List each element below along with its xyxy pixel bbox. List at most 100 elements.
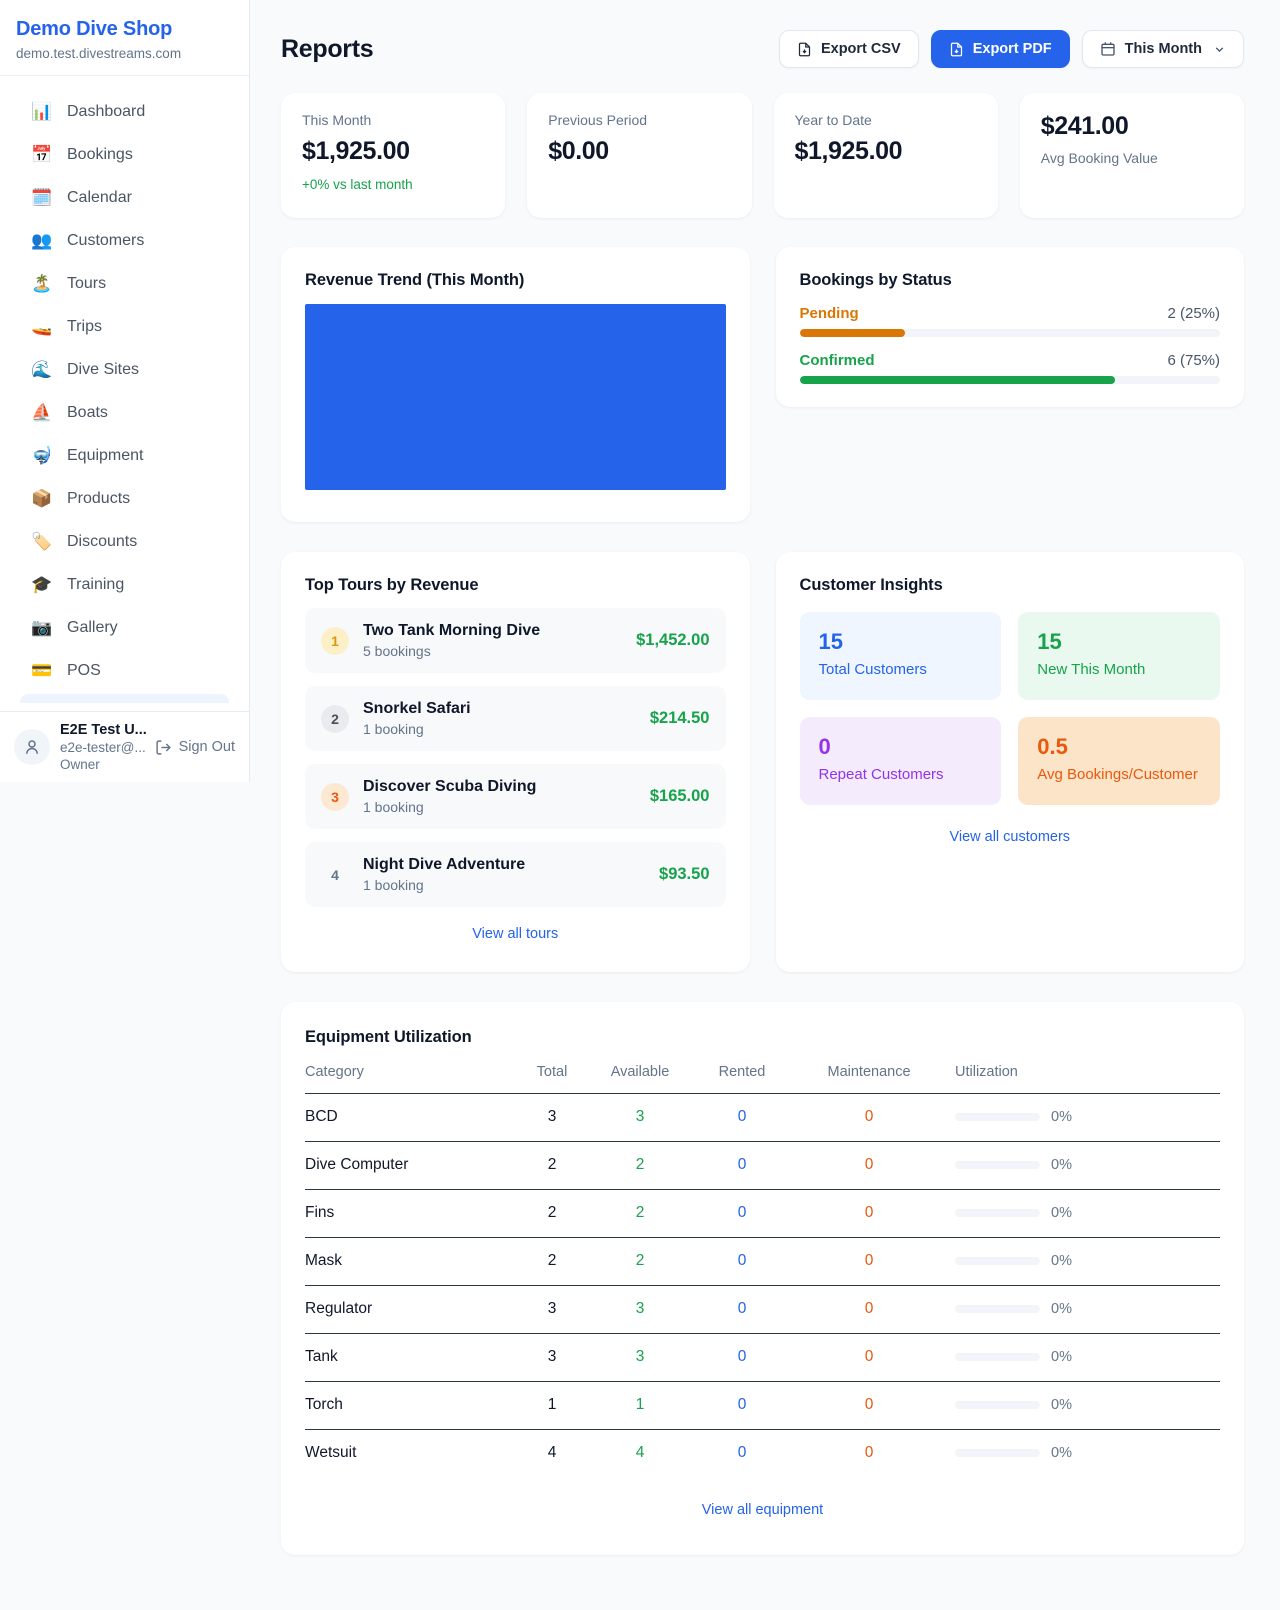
- sidebar-item-products[interactable]: 📦 Products: [8, 477, 241, 520]
- sidebar-item-label: Calendar: [67, 189, 132, 207]
- cell-maintenance: 0: [803, 1348, 935, 1366]
- insights-grid: 15 Total Customers 15 New This Month 0 R…: [800, 612, 1221, 805]
- user-info: E2E Test U... e2e-tester@... Owner: [60, 722, 147, 772]
- cell-maintenance: 0: [803, 1396, 935, 1414]
- cell-utilization: 0%: [935, 1109, 1220, 1125]
- sidebar-item-tours[interactable]: 🏝️ Tours: [8, 262, 241, 305]
- utilization-percent: 0%: [1051, 1253, 1072, 1269]
- tour-bookings: 1 booking: [363, 877, 525, 893]
- sidebar-header: Demo Dive Shop demo.test.divestreams.com: [0, 0, 249, 76]
- sidebar-item-gallery[interactable]: 📷 Gallery: [8, 606, 241, 649]
- cell-maintenance: 0: [803, 1156, 935, 1174]
- sidebar-item-dashboard[interactable]: 📊 Dashboard: [8, 90, 241, 133]
- chevron-down-icon: [1213, 43, 1226, 56]
- table-row: Tank 3 3 0 0 0%: [305, 1334, 1220, 1382]
- tile-value: 15: [1037, 629, 1201, 655]
- col-header-utilization: Utilization: [935, 1064, 1220, 1080]
- cell-maintenance: 0: [803, 1108, 935, 1126]
- user-role: Owner: [60, 757, 147, 772]
- tour-row[interactable]: 4 Night Dive Adventure 1 booking $93.50: [305, 842, 726, 907]
- stat-value: $1,925.00: [795, 137, 977, 166]
- sign-out-button[interactable]: Sign Out: [155, 739, 235, 756]
- active-nav-item-partial: [20, 694, 229, 703]
- tile-label: New This Month: [1037, 661, 1201, 678]
- shop-name[interactable]: Demo Dive Shop: [16, 18, 233, 41]
- cell-category: Torch: [305, 1396, 505, 1414]
- status-value: 2 (25%): [1167, 305, 1220, 322]
- utilization-bar-track: [955, 1305, 1040, 1313]
- sidebar: Demo Dive Shop demo.test.divestreams.com…: [0, 0, 250, 782]
- tour-row[interactable]: 3 Discover Scuba Diving 1 booking $165.0…: [305, 764, 726, 829]
- cell-rented: 0: [681, 1252, 803, 1270]
- tile-label: Avg Bookings/Customer: [1037, 766, 1201, 783]
- sidebar-item-bookings[interactable]: 📅 Bookings: [8, 133, 241, 176]
- col-header-maintenance: Maintenance: [803, 1064, 935, 1080]
- speedboat-icon: 🚤: [30, 317, 54, 337]
- sidebar-item-pos[interactable]: 💳 POS: [8, 649, 241, 692]
- table-row: BCD 3 3 0 0 0%: [305, 1094, 1220, 1142]
- tile-total-customers: 15 Total Customers: [800, 612, 1002, 700]
- utilization-bar-track: [955, 1209, 1040, 1217]
- utilization-bar-track: [955, 1401, 1040, 1409]
- tour-revenue: $165.00: [650, 787, 710, 806]
- tour-bookings: 1 booking: [363, 799, 536, 815]
- tour-name: Discover Scuba Diving: [363, 778, 536, 796]
- sidebar-item-calendar[interactable]: 🗓️ Calendar: [8, 176, 241, 219]
- sign-out-label: Sign Out: [179, 739, 235, 755]
- cell-maintenance: 0: [803, 1444, 935, 1462]
- credit-card-icon: 💳: [30, 661, 54, 681]
- diving-mask-icon: 🤿: [30, 446, 54, 466]
- sidebar-item-dive-sites[interactable]: 🌊 Dive Sites: [8, 348, 241, 391]
- customer-insights-title: Customer Insights: [800, 576, 1221, 595]
- cell-available: 1: [599, 1396, 681, 1414]
- cell-category: BCD: [305, 1108, 505, 1126]
- sidebar-item-customers[interactable]: 👥 Customers: [8, 219, 241, 262]
- tour-row[interactable]: 1 Two Tank Morning Dive 5 bookings $1,45…: [305, 608, 726, 673]
- sidebar-item-discounts[interactable]: 🏷️ Discounts: [8, 520, 241, 563]
- view-all-equipment-link[interactable]: View all equipment: [305, 1502, 1220, 1518]
- col-header-rented: Rented: [681, 1064, 803, 1080]
- cell-rented: 0: [681, 1156, 803, 1174]
- sidebar-nav: 📊 Dashboard 📅 Bookings 🗓️ Calendar 👥 Cus…: [0, 76, 249, 711]
- view-all-customers-link[interactable]: View all customers: [800, 829, 1221, 845]
- equipment-utilization-card: Equipment Utilization Category Total Ava…: [281, 1002, 1244, 1555]
- sidebar-item-label: Discounts: [67, 533, 137, 551]
- sign-out-icon: [155, 739, 172, 756]
- stat-card-previous-period: Previous Period $0.00: [527, 93, 751, 218]
- table-row: Regulator 3 3 0 0 0%: [305, 1286, 1220, 1334]
- stats-row: This Month $1,925.00 +0% vs last month P…: [281, 93, 1244, 218]
- calendar-icon: [1100, 41, 1116, 57]
- utilization-bar-track: [955, 1161, 1040, 1169]
- table-row: Wetsuit 4 4 0 0 0%: [305, 1430, 1220, 1477]
- tile-value: 0: [819, 734, 983, 760]
- tour-name: Two Tank Morning Dive: [363, 622, 540, 640]
- cell-available: 2: [599, 1252, 681, 1270]
- cell-total: 3: [505, 1348, 599, 1366]
- stat-card-avg-booking-value: $241.00 Avg Booking Value: [1020, 93, 1244, 218]
- status-bar-track: [800, 376, 1221, 384]
- sidebar-item-boats[interactable]: ⛵ Boats: [8, 391, 241, 434]
- export-csv-button[interactable]: Export CSV: [779, 30, 919, 68]
- stat-label: Avg Booking Value: [1041, 150, 1223, 166]
- tile-label: Total Customers: [819, 661, 983, 678]
- main-content: Reports Export CSV Export PDF: [250, 0, 1280, 1555]
- user-email: e2e-tester@...: [60, 740, 147, 755]
- sailboat-icon: ⛵: [30, 403, 54, 423]
- bookings-by-status-title: Bookings by Status: [800, 271, 1221, 290]
- sidebar-item-trips[interactable]: 🚤 Trips: [8, 305, 241, 348]
- view-all-tours-link[interactable]: View all tours: [305, 926, 726, 942]
- cell-total: 4: [505, 1444, 599, 1462]
- period-dropdown[interactable]: This Month: [1082, 30, 1244, 68]
- stat-delta: +0% vs last month: [302, 177, 484, 192]
- rank-badge: 1: [321, 627, 349, 655]
- cell-maintenance: 0: [803, 1252, 935, 1270]
- sidebar-item-training[interactable]: 🎓 Training: [8, 563, 241, 606]
- charts-row: Revenue Trend (This Month) Bookings by S…: [281, 247, 1244, 522]
- sidebar-item-equipment[interactable]: 🤿 Equipment: [8, 434, 241, 477]
- tour-bookings: 1 booking: [363, 721, 471, 737]
- export-pdf-button[interactable]: Export PDF: [931, 30, 1070, 68]
- utilization-bar-track: [955, 1353, 1040, 1361]
- tour-row[interactable]: 2 Snorkel Safari 1 booking $214.50: [305, 686, 726, 751]
- app-root: Demo Dive Shop demo.test.divestreams.com…: [0, 0, 1280, 1610]
- cell-rented: 0: [681, 1348, 803, 1366]
